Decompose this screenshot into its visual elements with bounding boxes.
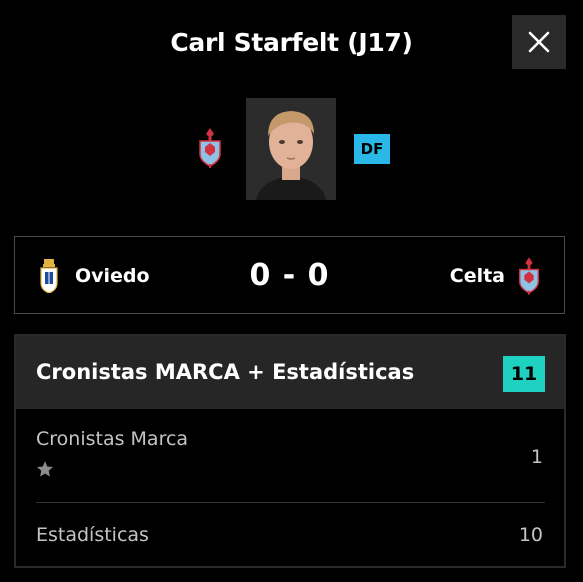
rating-header: Cronistas MARCA + Estadísticas 11 (16, 336, 564, 409)
rating-card: Cronistas MARCA + Estadísticas 11 Cronis… (14, 334, 566, 568)
match-score-box: Oviedo 0 - 0 Celta (14, 236, 565, 314)
player-photo-icon (246, 98, 336, 200)
close-icon (528, 31, 550, 53)
row-label-cronistas: Cronistas Marca (36, 428, 189, 450)
away-team-name: Celta (449, 265, 505, 287)
row-label-estadisticas: Estadísticas (36, 524, 149, 546)
close-button[interactable] (512, 15, 566, 69)
player-title: Carl Starfelt (J17) (170, 28, 413, 57)
player-photo (246, 98, 336, 200)
row-value-estadisticas: 10 (518, 524, 543, 546)
rating-title: Cronistas MARCA + Estadísticas (36, 360, 415, 384)
row-value-cronistas: 1 (530, 446, 543, 468)
celta-crest-icon (199, 128, 221, 168)
position-badge: DF (354, 134, 390, 164)
player-header: DF (0, 98, 583, 200)
row-divider (36, 502, 545, 503)
rating-total-badge: 11 (503, 356, 545, 392)
star-icon (36, 461, 54, 477)
celta-crest-icon (519, 257, 539, 295)
